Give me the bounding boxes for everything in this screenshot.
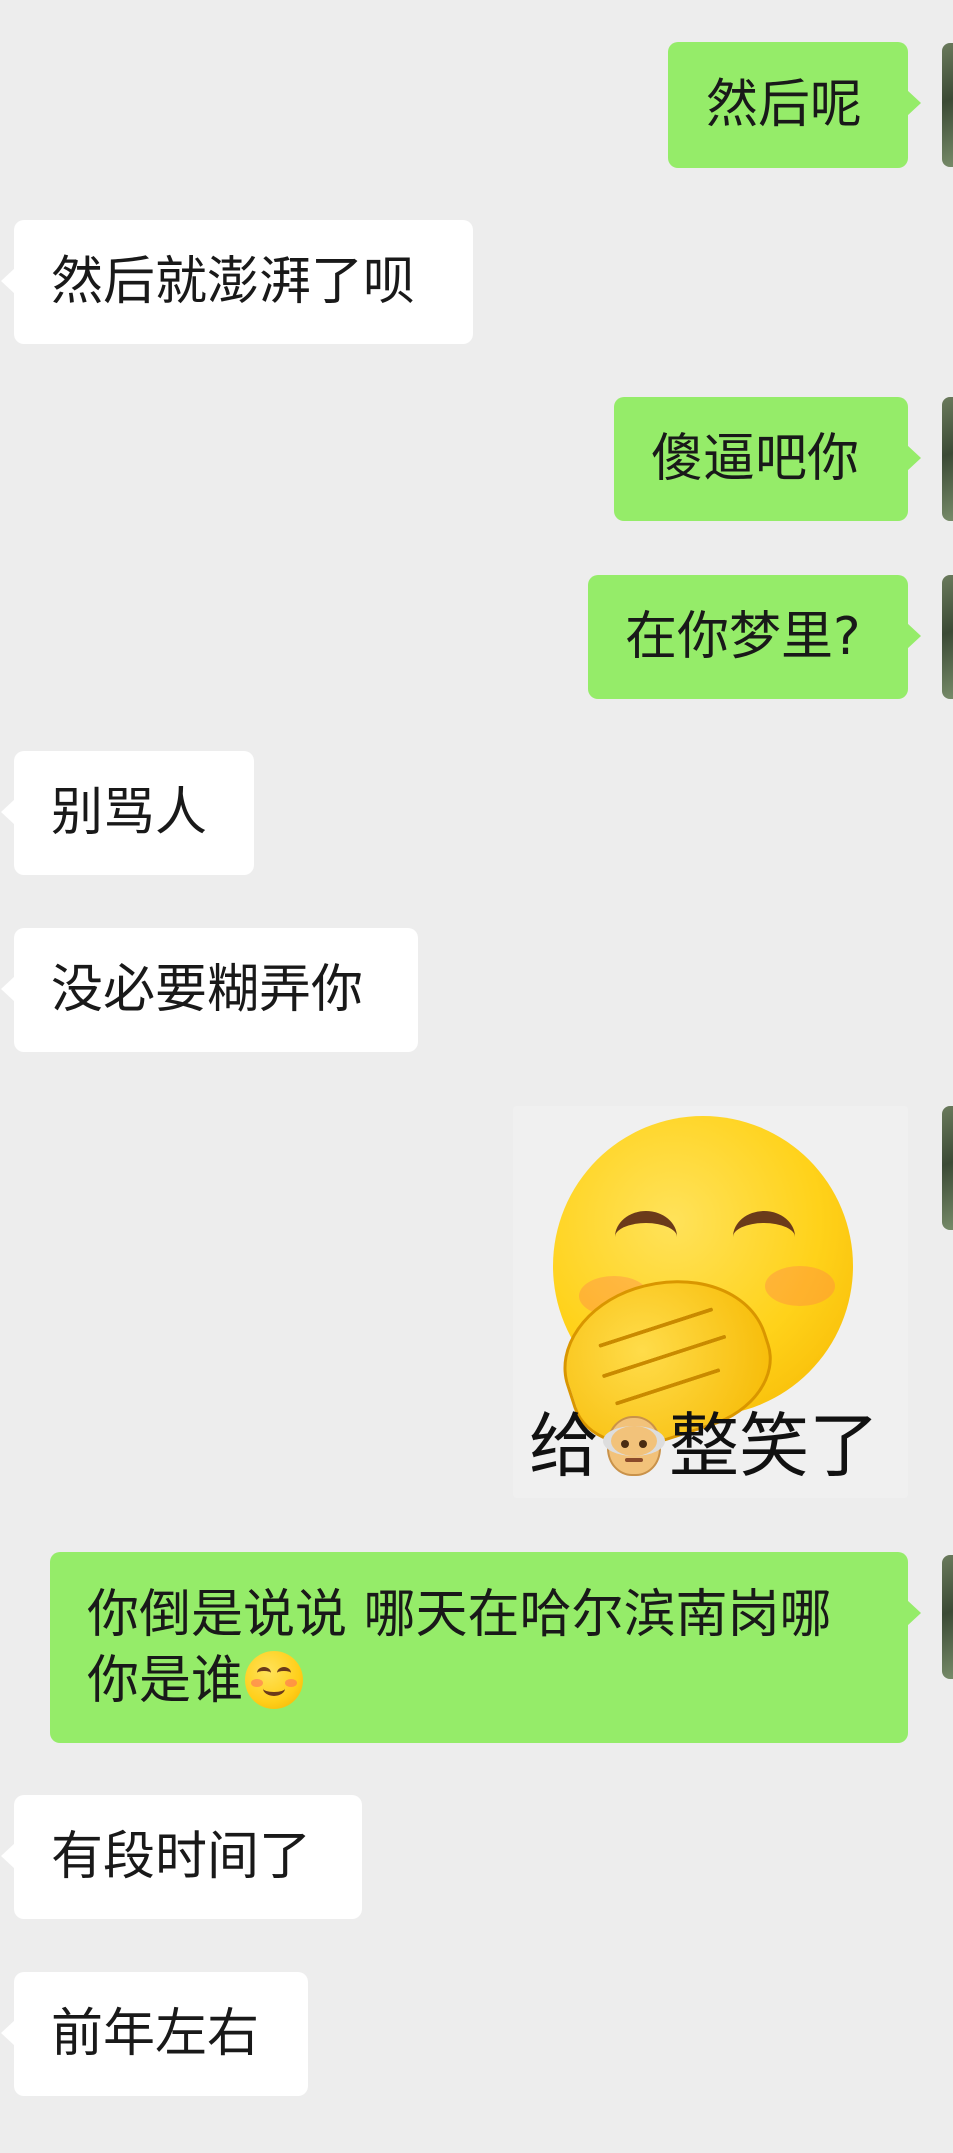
older-man-emoji	[601, 1412, 667, 1478]
emoji-eye	[615, 1211, 677, 1263]
my-avatar[interactable]	[942, 575, 953, 699]
message-text: 没必要糊弄你	[51, 960, 364, 1020]
emoji-cheek	[765, 1266, 835, 1306]
my-avatar[interactable]	[942, 397, 953, 521]
my-avatar[interactable]	[942, 1555, 953, 1679]
sticker-caption: 给整笑了	[529, 1406, 879, 1486]
my-avatar[interactable]	[942, 1106, 953, 1230]
chat-message-list[interactable]: 然后呢 然后就澎湃了呗 傻逼吧你 在你梦里? 别骂人 没必要糊弄你 给 整笑了 …	[0, 0, 953, 2153]
message-text: 前年左右	[51, 2004, 260, 2064]
incoming-message-bubble[interactable]: 别骂人	[1, 751, 254, 875]
message-text: 然后呢	[706, 75, 863, 135]
message-text-line-1: 你倒是说说 哪天在哈尔滨南岗哪	[87, 1585, 832, 1645]
outgoing-message-bubble[interactable]: 然后呢	[668, 42, 921, 168]
message-text-line-2: 你是谁	[87, 1648, 871, 1714]
sticker-text-after: 整笑了	[669, 1405, 879, 1487]
message-text: 傻逼吧你	[651, 429, 860, 489]
incoming-message-bubble[interactable]: 没必要糊弄你	[1, 928, 418, 1052]
message-text: 有段时间了	[51, 1827, 312, 1887]
message-text: 你是谁	[87, 1651, 244, 1711]
my-avatar[interactable]	[942, 43, 953, 167]
incoming-message-bubble[interactable]: 然后就澎湃了呗	[1, 220, 473, 344]
sticker-message[interactable]: 给整笑了	[513, 1106, 908, 1498]
sticker-text-before: 给	[529, 1405, 599, 1487]
message-text: 在你梦里?	[625, 607, 861, 667]
face-with-hand-over-mouth-emoji	[543, 1116, 853, 1466]
emoji-eye	[733, 1211, 795, 1263]
message-text: 然后就澎湃了呗	[51, 252, 416, 312]
outgoing-message-bubble[interactable]: 在你梦里?	[588, 575, 921, 699]
smiling-face-with-smiling-eyes-emoji	[245, 1651, 304, 1709]
incoming-message-bubble[interactable]: 有段时间了	[1, 1795, 362, 1919]
outgoing-message-bubble[interactable]: 你倒是说说 哪天在哈尔滨南岗哪 你是谁	[50, 1552, 921, 1743]
message-text: 别骂人	[51, 783, 208, 843]
incoming-message-bubble[interactable]: 前年左右	[1, 1972, 308, 2096]
outgoing-message-bubble[interactable]: 傻逼吧你	[614, 397, 921, 521]
